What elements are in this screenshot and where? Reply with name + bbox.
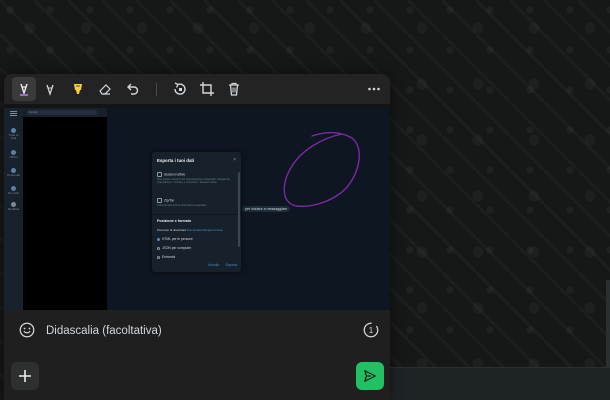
caption-input[interactable] xyxy=(44,320,358,342)
add-media-button[interactable] xyxy=(11,362,39,390)
highlighter-icon xyxy=(74,84,82,94)
caption-row: 1 xyxy=(4,310,390,350)
chat-composer-strip xyxy=(390,367,610,400)
rail-item: Ufficio xyxy=(6,150,21,159)
view-once-button[interactable]: 1 xyxy=(361,320,381,340)
dialog-title: Esporta i tuoi dati xyxy=(157,158,195,163)
dialog-description: Puoi vedere sessioni del l'esportazione … xyxy=(157,178,230,185)
empty-chat-hint: per iniziare a messaggiare xyxy=(242,206,291,212)
image-canvas[interactable]: Tutte le chat Ufficio Personali Non lett… xyxy=(4,104,390,310)
undo-button[interactable] xyxy=(120,77,144,101)
rail-item: Non letti xyxy=(6,186,21,195)
rail-item: Modifica xyxy=(6,202,21,211)
eraser-icon xyxy=(99,84,111,95)
delete-button[interactable] xyxy=(222,77,246,101)
download-path: Percorso di download Downloads\Telegram … xyxy=(157,228,225,232)
pen-icon xyxy=(20,83,28,96)
toolbar-divider xyxy=(156,83,157,96)
more-options-button[interactable] xyxy=(362,77,386,101)
emoji-icon xyxy=(19,322,35,338)
pen-tool-button[interactable] xyxy=(12,77,36,101)
dialog-description: Crea formato tutti le informazioni espor… xyxy=(157,204,207,207)
eraser-tool-button[interactable] xyxy=(93,77,117,101)
folder-rail: Tutte le chat Ufficio Personali Non lett… xyxy=(4,108,23,310)
emoji-button[interactable] xyxy=(17,320,37,340)
dialog-close-icon: × xyxy=(233,157,236,163)
format-option: JSON per computer xyxy=(157,246,191,250)
highlighter-tool-button[interactable] xyxy=(66,77,90,101)
undo-icon xyxy=(127,83,139,95)
attached-screenshot: Tutte le chat Ufficio Personali Non lett… xyxy=(4,108,390,310)
chat-list-panel: Cerca xyxy=(23,108,107,310)
pencil-tool-button[interactable] xyxy=(38,77,62,101)
send-button[interactable] xyxy=(356,362,384,390)
view-once-label: 1 xyxy=(369,326,374,335)
trash-icon xyxy=(229,82,239,96)
export-data-dialog: Esporta i tuoi dati × Sessioni attive Pu… xyxy=(152,152,241,272)
format-option: Entrambi xyxy=(157,255,175,259)
menu-icon xyxy=(10,111,17,112)
dialog-option: Sessioni attive xyxy=(157,172,185,177)
editor-toolbar xyxy=(4,74,390,104)
crop-button[interactable] xyxy=(195,77,219,101)
inner-search-field: Cerca xyxy=(27,110,97,115)
dialog-scrollbar xyxy=(238,172,240,247)
dialog-option: Zip/Tar xyxy=(157,198,174,203)
rotate-icon xyxy=(174,82,186,95)
more-icon xyxy=(368,87,380,91)
rail-item: Personali xyxy=(6,168,21,177)
send-icon xyxy=(364,370,376,382)
rotate-button[interactable] xyxy=(168,77,192,101)
dialog-export-label: Esporta xyxy=(225,263,237,267)
editor-footer xyxy=(4,350,390,400)
chat-list-header: Cerca xyxy=(23,108,107,117)
pencil-icon xyxy=(46,84,54,97)
dialog-section-title: Posizione e formato xyxy=(157,219,192,223)
dialog-cancel-label: Annulla xyxy=(208,263,219,267)
view-once-icon: 1 xyxy=(363,322,379,338)
dialog-divider xyxy=(152,214,241,215)
rail-item: Tutte le chat xyxy=(6,128,21,140)
plus-icon xyxy=(19,370,31,382)
crop-icon xyxy=(200,82,214,96)
format-option: HTML per le persone xyxy=(157,237,193,241)
media-editor-panel: Tutte le chat Ufficio Personali Non lett… xyxy=(4,74,390,400)
